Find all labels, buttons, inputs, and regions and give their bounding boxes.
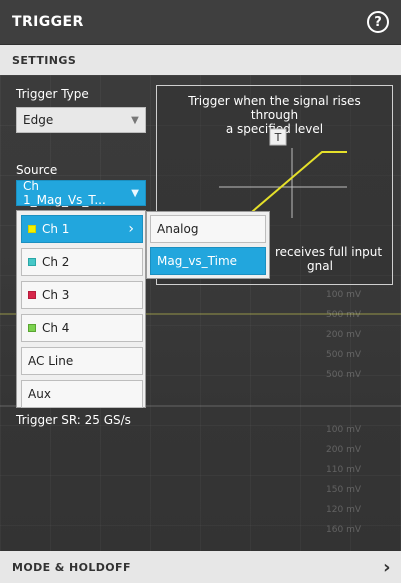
submenu-item-label: Analog xyxy=(157,222,199,236)
mode-holdoff-label: MODE & HOLDOFF xyxy=(12,560,131,574)
trigger-description-tail-1: receives full input xyxy=(275,245,383,259)
ch4-color-swatch xyxy=(28,324,36,332)
menu-item-label: Ch 2 xyxy=(42,255,70,269)
source-dropdown[interactable]: Ch 1_Mag_Vs_T... ▼ xyxy=(16,179,146,207)
title-bar: TRIGGER ? xyxy=(0,0,401,45)
source-value: Ch 1_Mag_Vs_T... xyxy=(23,179,106,207)
settings-label: SETTINGS xyxy=(12,53,77,67)
submenu-item-mag-vs-time[interactable]: Mag_vs_Time xyxy=(150,247,266,275)
chevron-down-icon: ▼ xyxy=(131,114,139,126)
panel-title: TRIGGER xyxy=(12,14,84,30)
source-menu-item-ch2[interactable]: Ch 2 xyxy=(21,248,143,276)
source-menu-item-ch3[interactable]: Ch 3 xyxy=(21,281,143,309)
source-label: Source xyxy=(16,163,58,177)
menu-item-label: Ch 4 xyxy=(42,321,70,335)
ch1-color-swatch xyxy=(28,225,36,233)
settings-section-header: SETTINGS xyxy=(0,45,401,75)
chevron-right-icon: › xyxy=(383,556,391,578)
source-menu-item-ch1[interactable]: Ch 1 › xyxy=(21,215,143,243)
mode-holdoff-section[interactable]: MODE & HOLDOFF › xyxy=(0,551,401,583)
source-menu-item-aux[interactable]: Aux xyxy=(21,380,143,408)
ch3-color-swatch xyxy=(28,291,36,299)
menu-item-label: Aux xyxy=(28,387,51,401)
help-icon[interactable]: ? xyxy=(367,11,389,33)
trigger-type-value: Edge xyxy=(23,113,54,127)
trigger-type-label: Trigger Type xyxy=(16,87,89,101)
submenu-item-analog[interactable]: Analog xyxy=(150,215,266,243)
menu-item-label: Ch 3 xyxy=(42,288,70,302)
source-menu: Ch 1 › Ch 2 Ch 3 Ch 4 AC Line Aux xyxy=(16,210,146,408)
menu-item-label: AC Line xyxy=(28,354,74,368)
source-menu-item-ac-line[interactable]: AC Line xyxy=(21,347,143,375)
trigger-type-dropdown[interactable]: Edge ▼ xyxy=(16,107,146,133)
trigger-marker-label: T xyxy=(274,131,282,144)
source-menu-item-ch4[interactable]: Ch 4 xyxy=(21,314,143,342)
submenu-item-label: Mag_vs_Time xyxy=(157,254,238,268)
scope-scale-labels-lower: 100 mV 200 mV 110 mV 150 mV 120 mV 160 mV xyxy=(326,425,361,535)
chevron-down-icon: ▼ xyxy=(131,187,139,199)
scope-scale-labels: 100 mV 500 mV 200 mV 500 mV 500 mV xyxy=(326,290,361,380)
menu-item-label: Ch 1 xyxy=(42,222,70,236)
trigger-description-tail: receives full input gnal xyxy=(275,245,395,273)
ch1-submenu: Analog Mag_vs_Time xyxy=(146,211,270,279)
trigger-description-tail-2: gnal xyxy=(307,259,333,273)
chevron-right-icon: › xyxy=(128,221,134,237)
ch2-color-swatch xyxy=(28,258,36,266)
trigger-panel: 100 mV 500 mV 200 mV 500 mV 500 mV 100 mV 200… xyxy=(0,0,401,583)
trigger-sample-rate: Trigger SR: 25 GS/s xyxy=(16,413,131,427)
